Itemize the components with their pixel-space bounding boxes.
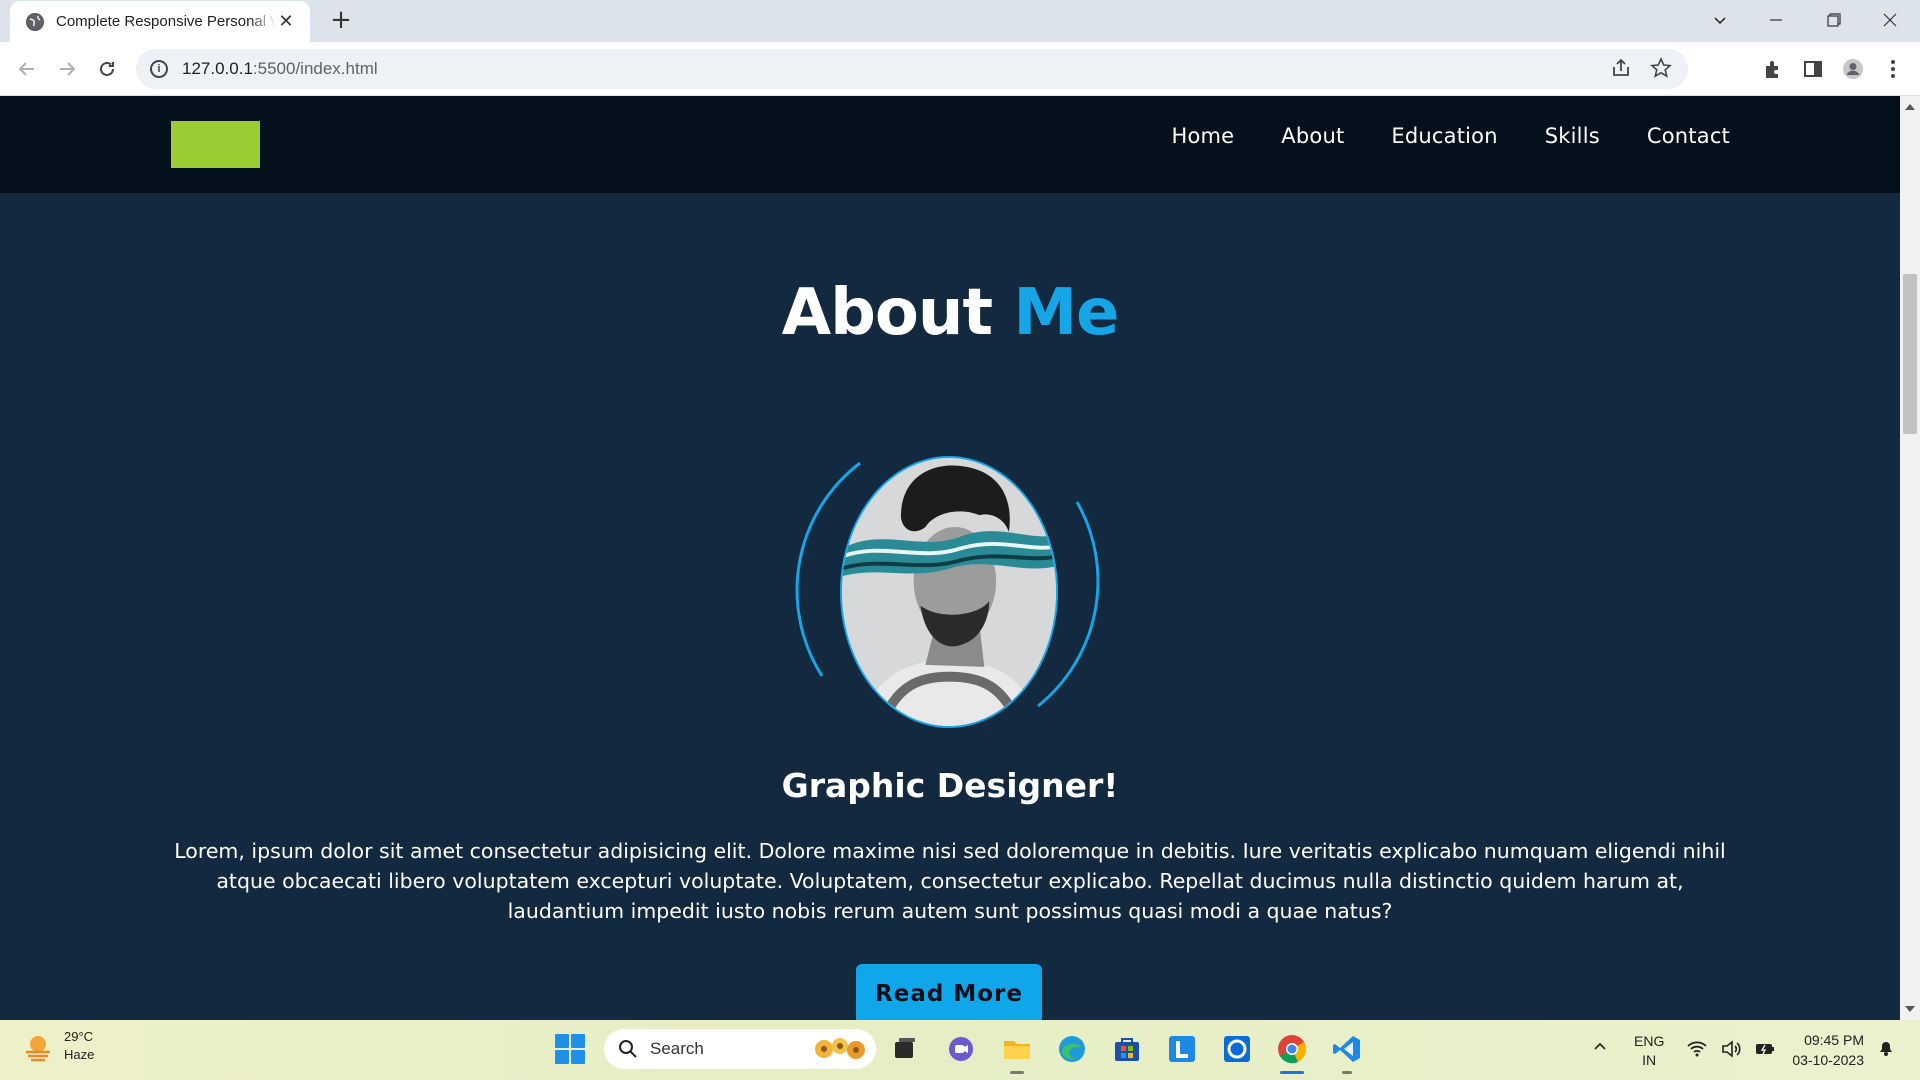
role-title: Graphic Designer! <box>781 766 1119 805</box>
read-more-button[interactable]: Read More <box>856 964 1042 1020</box>
wifi-icon[interactable] <box>1686 1038 1708 1060</box>
profile-button[interactable] <box>1838 54 1868 84</box>
side-panel-button[interactable] <box>1798 54 1828 84</box>
browser-tab[interactable]: Complete Responsive Personal W ✕ <box>10 1 310 42</box>
windows-start-icon[interactable] <box>555 1034 585 1064</box>
nav-link-skills[interactable]: Skills <box>1545 124 1600 148</box>
haze-sun-icon <box>26 1036 50 1062</box>
page-viewport: Home About Education Skills Contact Abou… <box>0 96 1900 1020</box>
task-view-icon[interactable] <box>888 1032 922 1066</box>
heading-accent: Me <box>1013 276 1119 350</box>
tab-title: Complete Responsive Personal W <box>56 13 276 30</box>
weather-widget[interactable]: 29°C Haze <box>22 1028 94 1064</box>
url-text: 127.0.0.1:5500/index.html <box>182 59 378 78</box>
page-scrollbar[interactable] <box>1900 96 1920 1020</box>
close-window-button[interactable] <box>1862 0 1918 40</box>
forward-button[interactable] <box>50 52 84 86</box>
nav-link-education[interactable]: Education <box>1391 124 1497 148</box>
scroll-up-arrow-icon[interactable] <box>1905 104 1915 110</box>
vscode-icon[interactable] <box>1330 1032 1364 1066</box>
windows-taskbar: 29°C Haze Search ENG IN 09:45 PM 03-10-2… <box>0 1020 1920 1080</box>
scroll-thumb[interactable] <box>1903 274 1917 434</box>
arrow-right-icon <box>60 62 76 76</box>
section-heading: About Me <box>781 276 1120 350</box>
clock-date: 03-10-2023 <box>1792 1052 1864 1068</box>
profile-image-frame <box>790 446 1106 736</box>
clock-time: 09:45 PM <box>1804 1032 1864 1048</box>
notification-bell-icon[interactable] <box>1876 1038 1896 1058</box>
restore-button[interactable] <box>1806 0 1862 40</box>
site-info-icon[interactable]: i <box>150 60 168 78</box>
back-button[interactable] <box>10 52 44 86</box>
file-explorer-icon[interactable] <box>1000 1032 1034 1066</box>
share-icon[interactable] <box>1610 57 1632 79</box>
new-tab-button[interactable]: + <box>326 6 356 36</box>
extensions-button[interactable] <box>1758 54 1788 84</box>
minimize-button[interactable] <box>1748 0 1804 40</box>
input-language-indicator[interactable]: ENG IN <box>1634 1032 1664 1070</box>
close-tab-icon[interactable]: ✕ <box>276 11 296 32</box>
cortana-icon[interactable] <box>1220 1032 1254 1066</box>
reload-button[interactable] <box>90 52 124 86</box>
nav-link-home[interactable]: Home <box>1171 124 1234 148</box>
menu-button[interactable] <box>1878 54 1908 84</box>
about-description: Lorem, ipsum dolor sit amet consectetur … <box>174 839 1726 923</box>
globe-icon <box>26 12 44 31</box>
tray-overflow-chevron-icon[interactable] <box>1592 1038 1608 1054</box>
kebab-menu-icon <box>1891 60 1895 78</box>
browser-tab-strip: Complete Responsive Personal W ✕ + <box>0 0 1920 42</box>
site-nav: Home About Education Skills Contact <box>1171 124 1730 148</box>
store-icon[interactable] <box>1110 1032 1144 1066</box>
chrome-icon[interactable] <box>1275 1032 1309 1066</box>
l-app-icon[interactable] <box>1165 1032 1199 1066</box>
vscode-running-indicator <box>1342 1071 1352 1074</box>
bookmark-star-icon[interactable] <box>1650 57 1672 79</box>
weather-desc: Haze <box>64 1047 95 1062</box>
reload-icon <box>100 61 114 76</box>
nav-link-contact[interactable]: Contact <box>1647 124 1730 148</box>
puzzle-icon <box>1766 61 1778 78</box>
avatar-icon <box>1843 59 1863 79</box>
address-bar[interactable]: i 127.0.0.1:5500/index.html <box>136 49 1688 89</box>
side-panel-icon <box>1804 61 1822 77</box>
chrome-active-indicator <box>1280 1071 1304 1074</box>
system-clock[interactable]: 09:45 PM 03-10-2023 <box>1784 1030 1864 1070</box>
profile-photo <box>840 456 1058 728</box>
battery-charging-icon[interactable] <box>1754 1038 1776 1060</box>
search-highlight-flowers-icon <box>815 1038 865 1059</box>
weather-temp: 29°C <box>64 1029 94 1044</box>
search-label: Search <box>650 1039 704 1058</box>
taskbar-search[interactable]: Search <box>604 1029 876 1069</box>
tab-search-chevron-icon[interactable] <box>1692 0 1748 40</box>
arrow-left-icon <box>18 62 34 76</box>
system-tray[interactable] <box>1686 1038 1776 1060</box>
site-logo[interactable] <box>171 121 260 168</box>
nav-link-about[interactable]: About <box>1281 124 1344 148</box>
edge-icon[interactable] <box>1055 1032 1089 1066</box>
file-explorer-running-indicator <box>1010 1071 1024 1074</box>
site-header: Home About Education Skills Contact <box>0 96 1900 193</box>
scroll-down-arrow-icon[interactable] <box>1905 1006 1915 1012</box>
browser-toolbar: i 127.0.0.1:5500/index.html <box>0 42 1920 96</box>
volume-icon[interactable] <box>1720 1038 1742 1060</box>
meet-icon[interactable] <box>944 1032 978 1066</box>
search-icon <box>619 1040 637 1058</box>
